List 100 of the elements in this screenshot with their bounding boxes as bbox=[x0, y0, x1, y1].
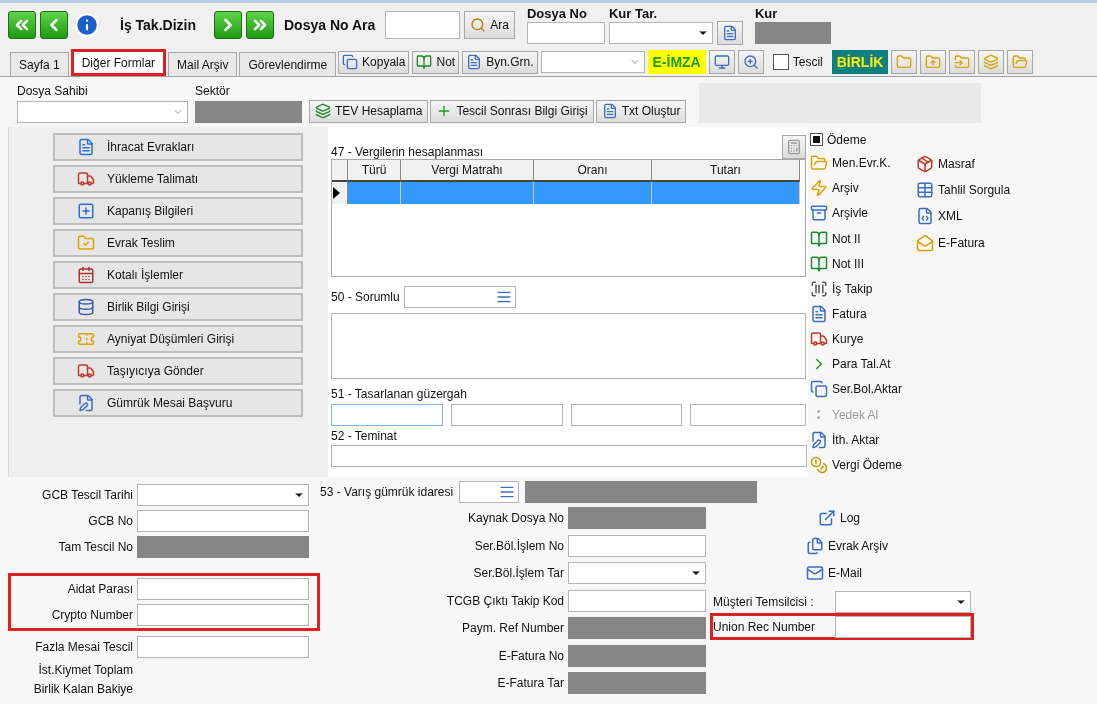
action-button[interactable]: Tescil Sonrası Bilgi Girişi bbox=[430, 99, 594, 123]
text-field[interactable] bbox=[331, 445, 807, 467]
toolbar-button[interactable]: Byn.Grn. bbox=[462, 50, 538, 74]
text-field[interactable] bbox=[450, 404, 563, 426]
documents-icon bbox=[806, 536, 824, 555]
link[interactable]: Masraf bbox=[916, 151, 1011, 177]
last-button[interactable] bbox=[246, 11, 274, 39]
link[interactable]: Men.Evr.K. bbox=[810, 151, 903, 176]
link[interactable]: Not II bbox=[810, 226, 903, 251]
external-link-icon bbox=[818, 509, 836, 528]
dropdown-field[interactable] bbox=[17, 101, 188, 123]
dropdown-field[interactable] bbox=[137, 484, 309, 506]
text-field[interactable] bbox=[137, 636, 309, 658]
database-icon bbox=[77, 298, 95, 316]
folder-button[interactable] bbox=[949, 50, 976, 74]
next-button[interactable] bbox=[214, 11, 242, 39]
side-button[interactable]: Birlik Bilgi Girişi bbox=[53, 293, 303, 321]
tab[interactable]: Sayfa 1 bbox=[10, 52, 69, 76]
search-button[interactable]: Ara bbox=[464, 11, 515, 39]
field-label: Aidat Parası bbox=[66, 582, 133, 596]
monitor-button[interactable] bbox=[708, 50, 735, 74]
checkbox-box[interactable] bbox=[772, 54, 789, 70]
truck-icon bbox=[77, 362, 95, 380]
text-field[interactable] bbox=[568, 534, 706, 557]
envelope-icon bbox=[916, 233, 935, 252]
toolbar-button[interactable]: Not bbox=[412, 50, 460, 74]
link[interactable]: Not III bbox=[810, 251, 903, 276]
text-field[interactable] bbox=[137, 578, 309, 600]
folder-button[interactable] bbox=[891, 50, 918, 74]
side-button[interactable]: Ayniyat Düşümleri Girişi bbox=[53, 325, 303, 353]
side-button[interactable]: Gümrük Mesai Başvuru bbox=[53, 389, 303, 417]
checkbox-box[interactable] bbox=[810, 133, 823, 146]
text-field[interactable] bbox=[690, 404, 806, 426]
truck-icon bbox=[77, 170, 95, 188]
text-field[interactable] bbox=[137, 604, 309, 626]
text-field[interactable] bbox=[570, 404, 683, 426]
link[interactable]: İth. Aktar bbox=[810, 427, 903, 452]
first-button[interactable] bbox=[8, 11, 36, 39]
toolbar-button[interactable]: Kopyala bbox=[338, 50, 410, 74]
link[interactable]: E-Mail bbox=[710, 560, 974, 587]
lookup-field[interactable] bbox=[403, 286, 516, 308]
document-button[interactable] bbox=[716, 21, 743, 45]
link[interactable]: Arşiv bbox=[810, 176, 903, 201]
tab[interactable]: Diğer Formlar bbox=[70, 49, 167, 76]
link[interactable]: Arşivle bbox=[810, 201, 903, 226]
column-header: Türü bbox=[348, 160, 401, 182]
checkbox[interactable]: Ödeme bbox=[810, 129, 903, 150]
info-button[interactable] bbox=[72, 10, 102, 40]
text-field[interactable] bbox=[137, 510, 309, 532]
action-button[interactable]: Txt Oluştur bbox=[595, 99, 687, 123]
link[interactable]: E-Fatura bbox=[916, 229, 1011, 256]
folder-button[interactable] bbox=[920, 50, 947, 74]
search-field[interactable] bbox=[385, 11, 461, 39]
coins-icon bbox=[810, 455, 828, 474]
checkbox[interactable]: Tescil bbox=[772, 54, 823, 70]
dropdown-field[interactable] bbox=[608, 21, 713, 44]
link[interactable]: Ser.Bol.Aktar bbox=[810, 377, 903, 402]
text-field[interactable] bbox=[835, 615, 971, 638]
field-label: Kur bbox=[754, 6, 779, 21]
action-button[interactable]: TEV Hesaplama bbox=[309, 99, 429, 123]
link[interactable]: İş Takip bbox=[810, 276, 903, 301]
field-label: E-Fatura Tar bbox=[496, 676, 564, 691]
side-button[interactable]: Yükleme Talimatı bbox=[53, 165, 303, 193]
link[interactable]: Vergi Ödeme bbox=[810, 452, 903, 478]
zoom-button[interactable] bbox=[737, 50, 764, 74]
stack-icon bbox=[315, 103, 331, 119]
folder-up-icon bbox=[925, 54, 942, 70]
text-field[interactable] bbox=[331, 404, 443, 426]
lookup-field[interactable] bbox=[459, 481, 520, 503]
text-field[interactable] bbox=[568, 589, 706, 612]
calculator-icon bbox=[786, 139, 802, 155]
link[interactable]: Para Tal.At bbox=[810, 352, 903, 377]
dropdown-field[interactable] bbox=[568, 562, 706, 585]
tab[interactable]: Mail Arşiv bbox=[168, 52, 238, 76]
truck-icon bbox=[810, 330, 828, 349]
tab[interactable]: Görevlendirme bbox=[239, 52, 337, 76]
previous-button[interactable] bbox=[40, 11, 68, 39]
link[interactable]: Tahlil Sorgula bbox=[916, 177, 1011, 203]
pen-document-icon bbox=[810, 430, 828, 449]
side-button[interactable]: Kotalı İşlemler bbox=[53, 261, 303, 289]
folder-button[interactable] bbox=[978, 50, 1005, 74]
link[interactable]: Log bbox=[710, 505, 974, 532]
section-label: 47 - Vergilerin hesaplanması bbox=[331, 145, 484, 159]
link[interactable]: Kurye bbox=[810, 327, 903, 352]
dropdown-field[interactable] bbox=[835, 590, 971, 613]
text-field[interactable] bbox=[526, 21, 605, 44]
folder-button[interactable] bbox=[1007, 50, 1034, 74]
side-button[interactable]: Taşıyıcıya Gönder bbox=[53, 357, 303, 385]
link[interactable]: XML bbox=[916, 203, 1011, 229]
link[interactable]: Fatura bbox=[810, 301, 903, 327]
side-button[interactable]: Evrak Teslim bbox=[53, 229, 303, 257]
field-label: Crypto Number bbox=[50, 608, 133, 622]
union-badge[interactable]: BİRLİK bbox=[831, 50, 889, 74]
dropdown-field[interactable] bbox=[540, 51, 645, 73]
link[interactable]: Evrak Arşiv bbox=[710, 532, 974, 559]
table-cell bbox=[348, 182, 401, 204]
text-area[interactable] bbox=[331, 313, 806, 379]
field-label: 52 - Teminat bbox=[331, 429, 398, 443]
side-button[interactable]: Kapanış Bilgileri bbox=[53, 197, 303, 225]
side-button[interactable]: İhracat Evrakları bbox=[53, 133, 303, 161]
